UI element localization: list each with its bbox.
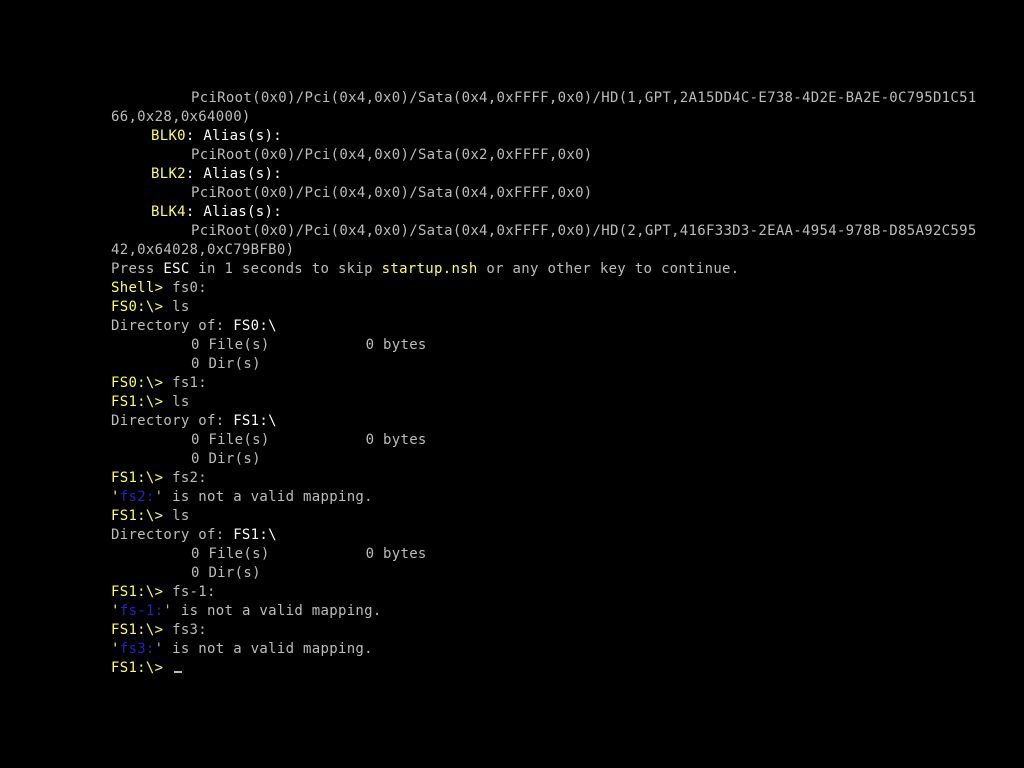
blk0-path-text: PciRoot(0x0)/Pci(0x4,0x0)/Sata(0x2,0xFFF… xyxy=(191,147,593,163)
invalid-mapping-name: fs-1: xyxy=(119,603,164,619)
blk0-device-path: PciRoot(0x0)/Pci(0x4,0x0)/Sata(0x2,0xFFF… xyxy=(111,146,1011,165)
dir-count-line: 0 Dir(s) xyxy=(111,564,1011,583)
command-line: Shell> fs0: xyxy=(111,279,1011,298)
quote-mark: ' xyxy=(111,603,120,619)
dir-count-line: 0 Dir(s) xyxy=(111,450,1011,469)
uefi-shell-screen[interactable]: PciRoot(0x0)/Pci(0x4,0x0)/Sata(0x4,0xFFF… xyxy=(0,0,1024,768)
text-cursor[interactable] xyxy=(174,671,183,673)
file-count-line: 0 File(s) 0 bytes xyxy=(111,336,1011,355)
directory-label: Directory of: xyxy=(111,318,234,334)
command-line: FS1:\> ls xyxy=(111,393,1011,412)
blk2-name: BLK2 xyxy=(151,166,186,182)
blk2-mapping: BLK2: Alias(s): xyxy=(111,165,1011,184)
startup-countdown-message: Press ESC in 1 seconds to skip startup.n… xyxy=(111,260,1011,279)
directory-label: Directory of: xyxy=(111,413,234,429)
hd1-path-text: PciRoot(0x0)/Pci(0x4,0x0)/Sata(0x4,0xFFF… xyxy=(191,90,977,106)
file-count-line: 0 File(s) 0 bytes xyxy=(111,431,1011,450)
file-count: 0 File(s) xyxy=(191,432,270,448)
fs0-prompt: FS0:\> xyxy=(111,299,164,315)
blk0-mapping: BLK0: Alias(s): xyxy=(111,127,1011,146)
directory-header: Directory of: FS1:\ xyxy=(111,526,1011,545)
blk2-device-path: PciRoot(0x0)/Pci(0x4,0x0)/Sata(0x4,0xFFF… xyxy=(111,184,1011,203)
blk4-name: BLK4 xyxy=(151,204,186,220)
hd1-device-path-wrap: 66,0x28,0x64000) xyxy=(111,108,1011,127)
blk4-mapping: BLK4: Alias(s): xyxy=(111,203,1011,222)
command-text: ls xyxy=(163,394,190,410)
file-count-line: 0 File(s) 0 bytes xyxy=(111,545,1011,564)
blk0-name: BLK0 xyxy=(151,128,186,144)
fs1-prompt: FS1:\> xyxy=(111,394,164,410)
quote-mark: ' xyxy=(111,489,120,505)
command-line: FS1:\> fs2: xyxy=(111,469,1011,488)
quote-mark: ' xyxy=(111,641,120,657)
shell-prompt: Shell> xyxy=(111,280,164,296)
byte-count: 0 bytes xyxy=(365,546,427,562)
dir-count: 0 Dir(s) xyxy=(191,565,261,581)
invalid-mapping-name: fs3: xyxy=(119,641,155,657)
fs1-prompt: FS1:\> xyxy=(111,622,164,638)
dir-count: 0 Dir(s) xyxy=(191,356,261,372)
error-message: 'fs3:' is not a valid mapping. xyxy=(111,640,1011,659)
command-line: FS0:\> fs1: xyxy=(111,374,1011,393)
error-text: ' is not a valid mapping. xyxy=(154,489,373,505)
active-prompt-line[interactable]: FS1:\> xyxy=(111,659,1011,678)
error-message: 'fs2:' is not a valid mapping. xyxy=(111,488,1011,507)
hd2-path-wrap-text: 42,0x64028,0xC79BFB0) xyxy=(111,242,295,258)
terminal-output: PciRoot(0x0)/Pci(0x4,0x0)/Sata(0x4,0xFFF… xyxy=(111,89,1011,678)
error-text: ' is not a valid mapping. xyxy=(154,641,373,657)
fs0-prompt: FS0:\> xyxy=(111,375,164,391)
error-text: ' is not a valid mapping. xyxy=(163,603,382,619)
startup-script-name: startup.nsh xyxy=(381,261,478,277)
fs1-prompt: FS1:\> xyxy=(111,660,164,676)
directory-path: FS0:\ xyxy=(233,318,277,334)
command-text: fs0: xyxy=(163,280,208,296)
file-count: 0 File(s) xyxy=(191,337,270,353)
directory-header: Directory of: FS0:\ xyxy=(111,317,1011,336)
startup-post: or any other key to continue. xyxy=(477,261,740,277)
directory-label: Directory of: xyxy=(111,527,234,543)
command-text: ls xyxy=(163,508,190,524)
directory-path: FS1:\ xyxy=(233,527,277,543)
blk2-alias-label: : Alias(s): xyxy=(185,166,282,182)
byte-count: 0 bytes xyxy=(365,337,427,353)
dir-count-line: 0 Dir(s) xyxy=(111,355,1011,374)
command-line: FS1:\> fs-1: xyxy=(111,583,1011,602)
command-line: FS0:\> ls xyxy=(111,298,1011,317)
blk0-alias-label: : Alias(s): xyxy=(185,128,282,144)
dir-count: 0 Dir(s) xyxy=(191,451,261,467)
hd1-device-path: PciRoot(0x0)/Pci(0x4,0x0)/Sata(0x4,0xFFF… xyxy=(111,89,1011,108)
command-line: FS1:\> fs3: xyxy=(111,621,1011,640)
command-line: FS1:\> ls xyxy=(111,507,1011,526)
directory-path: FS1:\ xyxy=(233,413,277,429)
file-count: 0 File(s) xyxy=(191,546,270,562)
hd2-path-text: PciRoot(0x0)/Pci(0x4,0x0)/Sata(0x4,0xFFF… xyxy=(191,223,977,239)
command-text: ls xyxy=(163,299,190,315)
error-message: 'fs-1:' is not a valid mapping. xyxy=(111,602,1011,621)
byte-count: 0 bytes xyxy=(365,432,427,448)
startup-mid: in 1 seconds to skip xyxy=(189,261,382,277)
esc-key-label: ESC xyxy=(163,261,190,277)
blk2-path-text: PciRoot(0x0)/Pci(0x4,0x0)/Sata(0x4,0xFFF… xyxy=(191,185,593,201)
fs1-prompt: FS1:\> xyxy=(111,470,164,486)
command-text: fs-1: xyxy=(163,584,216,600)
startup-pre: Press xyxy=(111,261,164,277)
command-text: fs1: xyxy=(163,375,208,391)
directory-header: Directory of: FS1:\ xyxy=(111,412,1011,431)
command-text: fs3: xyxy=(163,622,208,638)
blk4-alias-label: : Alias(s): xyxy=(185,204,282,220)
fs1-prompt: FS1:\> xyxy=(111,508,164,524)
hd2-device-path-wrap: 42,0x64028,0xC79BFB0) xyxy=(111,241,1011,260)
hd2-device-path: PciRoot(0x0)/Pci(0x4,0x0)/Sata(0x4,0xFFF… xyxy=(111,222,1011,241)
fs1-prompt: FS1:\> xyxy=(111,584,164,600)
hd1-path-wrap-text: 66,0x28,0x64000) xyxy=(111,109,251,125)
command-text: fs2: xyxy=(163,470,208,486)
invalid-mapping-name: fs2: xyxy=(119,489,155,505)
